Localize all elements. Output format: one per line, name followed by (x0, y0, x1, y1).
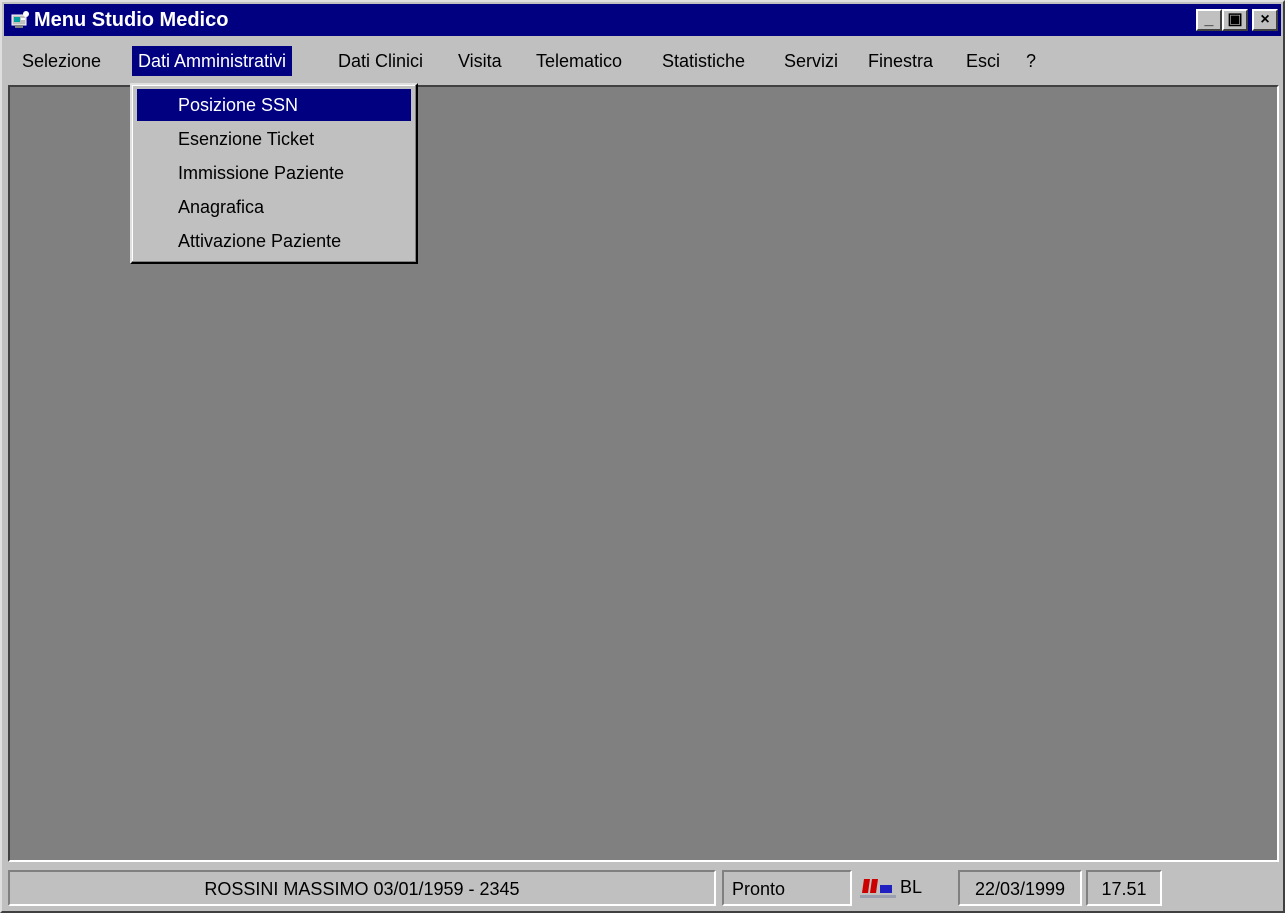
window-title: Menu Studio Medico (34, 9, 229, 31)
menu-label: Finestra (868, 51, 934, 71)
status-message: Pronto (732, 879, 786, 899)
menu-label: Selezione (22, 51, 102, 71)
app-window: Menu Studio Medico _ ▣ × Selezione Dati … (0, 0, 1285, 913)
menu-label: Esci (966, 51, 1001, 71)
menu-esci[interactable]: Esci (960, 46, 1006, 76)
menu-item-label: Anagrafica (178, 197, 265, 217)
menu-item-anagrafica[interactable]: Anagrafica (137, 191, 411, 223)
menu-selezione[interactable]: Selezione (16, 46, 107, 76)
title-bar[interactable]: Menu Studio Medico _ ▣ × (4, 4, 1281, 36)
patient-info: ROSSINI MASSIMO 03/01/1959 - 2345 (204, 879, 520, 899)
menu-item-label: Esenzione Ticket (178, 129, 315, 149)
menu-visita[interactable]: Visita (452, 46, 508, 76)
menu-dati-clinici[interactable]: Dati Clinici (332, 46, 429, 76)
status-date-panel: 22/03/1999 (958, 870, 1082, 906)
maximize-button[interactable]: ▣ (1222, 9, 1248, 31)
menu-label: ? (1026, 51, 1037, 71)
status-message-panel: Pronto (722, 870, 852, 906)
menu-servizi[interactable]: Servizi (778, 46, 844, 76)
status-time-panel: 17.51 (1086, 870, 1162, 906)
status-code: BL (900, 877, 923, 897)
menu-item-label: Immissione Paziente (178, 163, 345, 183)
maximize-icon: ▣ (1227, 11, 1243, 28)
menu-label: Telematico (536, 51, 623, 71)
menu-telematico[interactable]: Telematico (530, 46, 628, 76)
menu-label: Visita (458, 51, 502, 71)
menu-item-immissione-paziente[interactable]: Immissione Paziente (137, 157, 411, 189)
status-time: 17.51 (1101, 879, 1147, 899)
status-bar: ROSSINI MASSIMO 03/01/1959 - 2345 Pronto… (4, 864, 1281, 911)
dati-amministrativi-dropdown: Posizione SSN Esenzione Ticket Immission… (130, 83, 418, 264)
close-button[interactable]: × (1252, 9, 1278, 31)
menu-help[interactable]: ? (1020, 46, 1042, 76)
status-date: 22/03/1999 (974, 879, 1066, 899)
close-icon: × (1260, 11, 1270, 28)
minimize-button[interactable]: _ (1196, 9, 1222, 31)
menu-dati-amministrativi[interactable]: Dati Amministrativi (132, 46, 293, 76)
menu-item-label: Attivazione Paziente (178, 231, 342, 251)
minimize-icon: _ (1204, 11, 1214, 28)
menu-label: Statistiche (662, 51, 746, 71)
telematic-logo-icon (860, 879, 896, 898)
menu-label: Servizi (784, 51, 839, 71)
menu-label: Dati Amministrativi (138, 51, 287, 71)
menu-item-esenzione-ticket[interactable]: Esenzione Ticket (137, 123, 411, 155)
app-icon (11, 11, 29, 28)
menu-statistiche[interactable]: Statistiche (656, 46, 751, 76)
menu-item-posizione-ssn[interactable]: Posizione SSN (137, 89, 411, 121)
menu-finestra[interactable]: Finestra (862, 46, 939, 76)
menu-bar: Selezione Dati Amministrativi Dati Clini… (4, 38, 1281, 82)
menu-item-attivazione-paziente[interactable]: Attivazione Paziente (137, 225, 411, 257)
menu-label: Dati Clinici (338, 51, 424, 71)
menu-item-label: Posizione SSN (178, 95, 299, 115)
status-indicator-panel: BL (856, 870, 958, 906)
status-patient-panel: ROSSINI MASSIMO 03/01/1959 - 2345 (8, 870, 716, 906)
